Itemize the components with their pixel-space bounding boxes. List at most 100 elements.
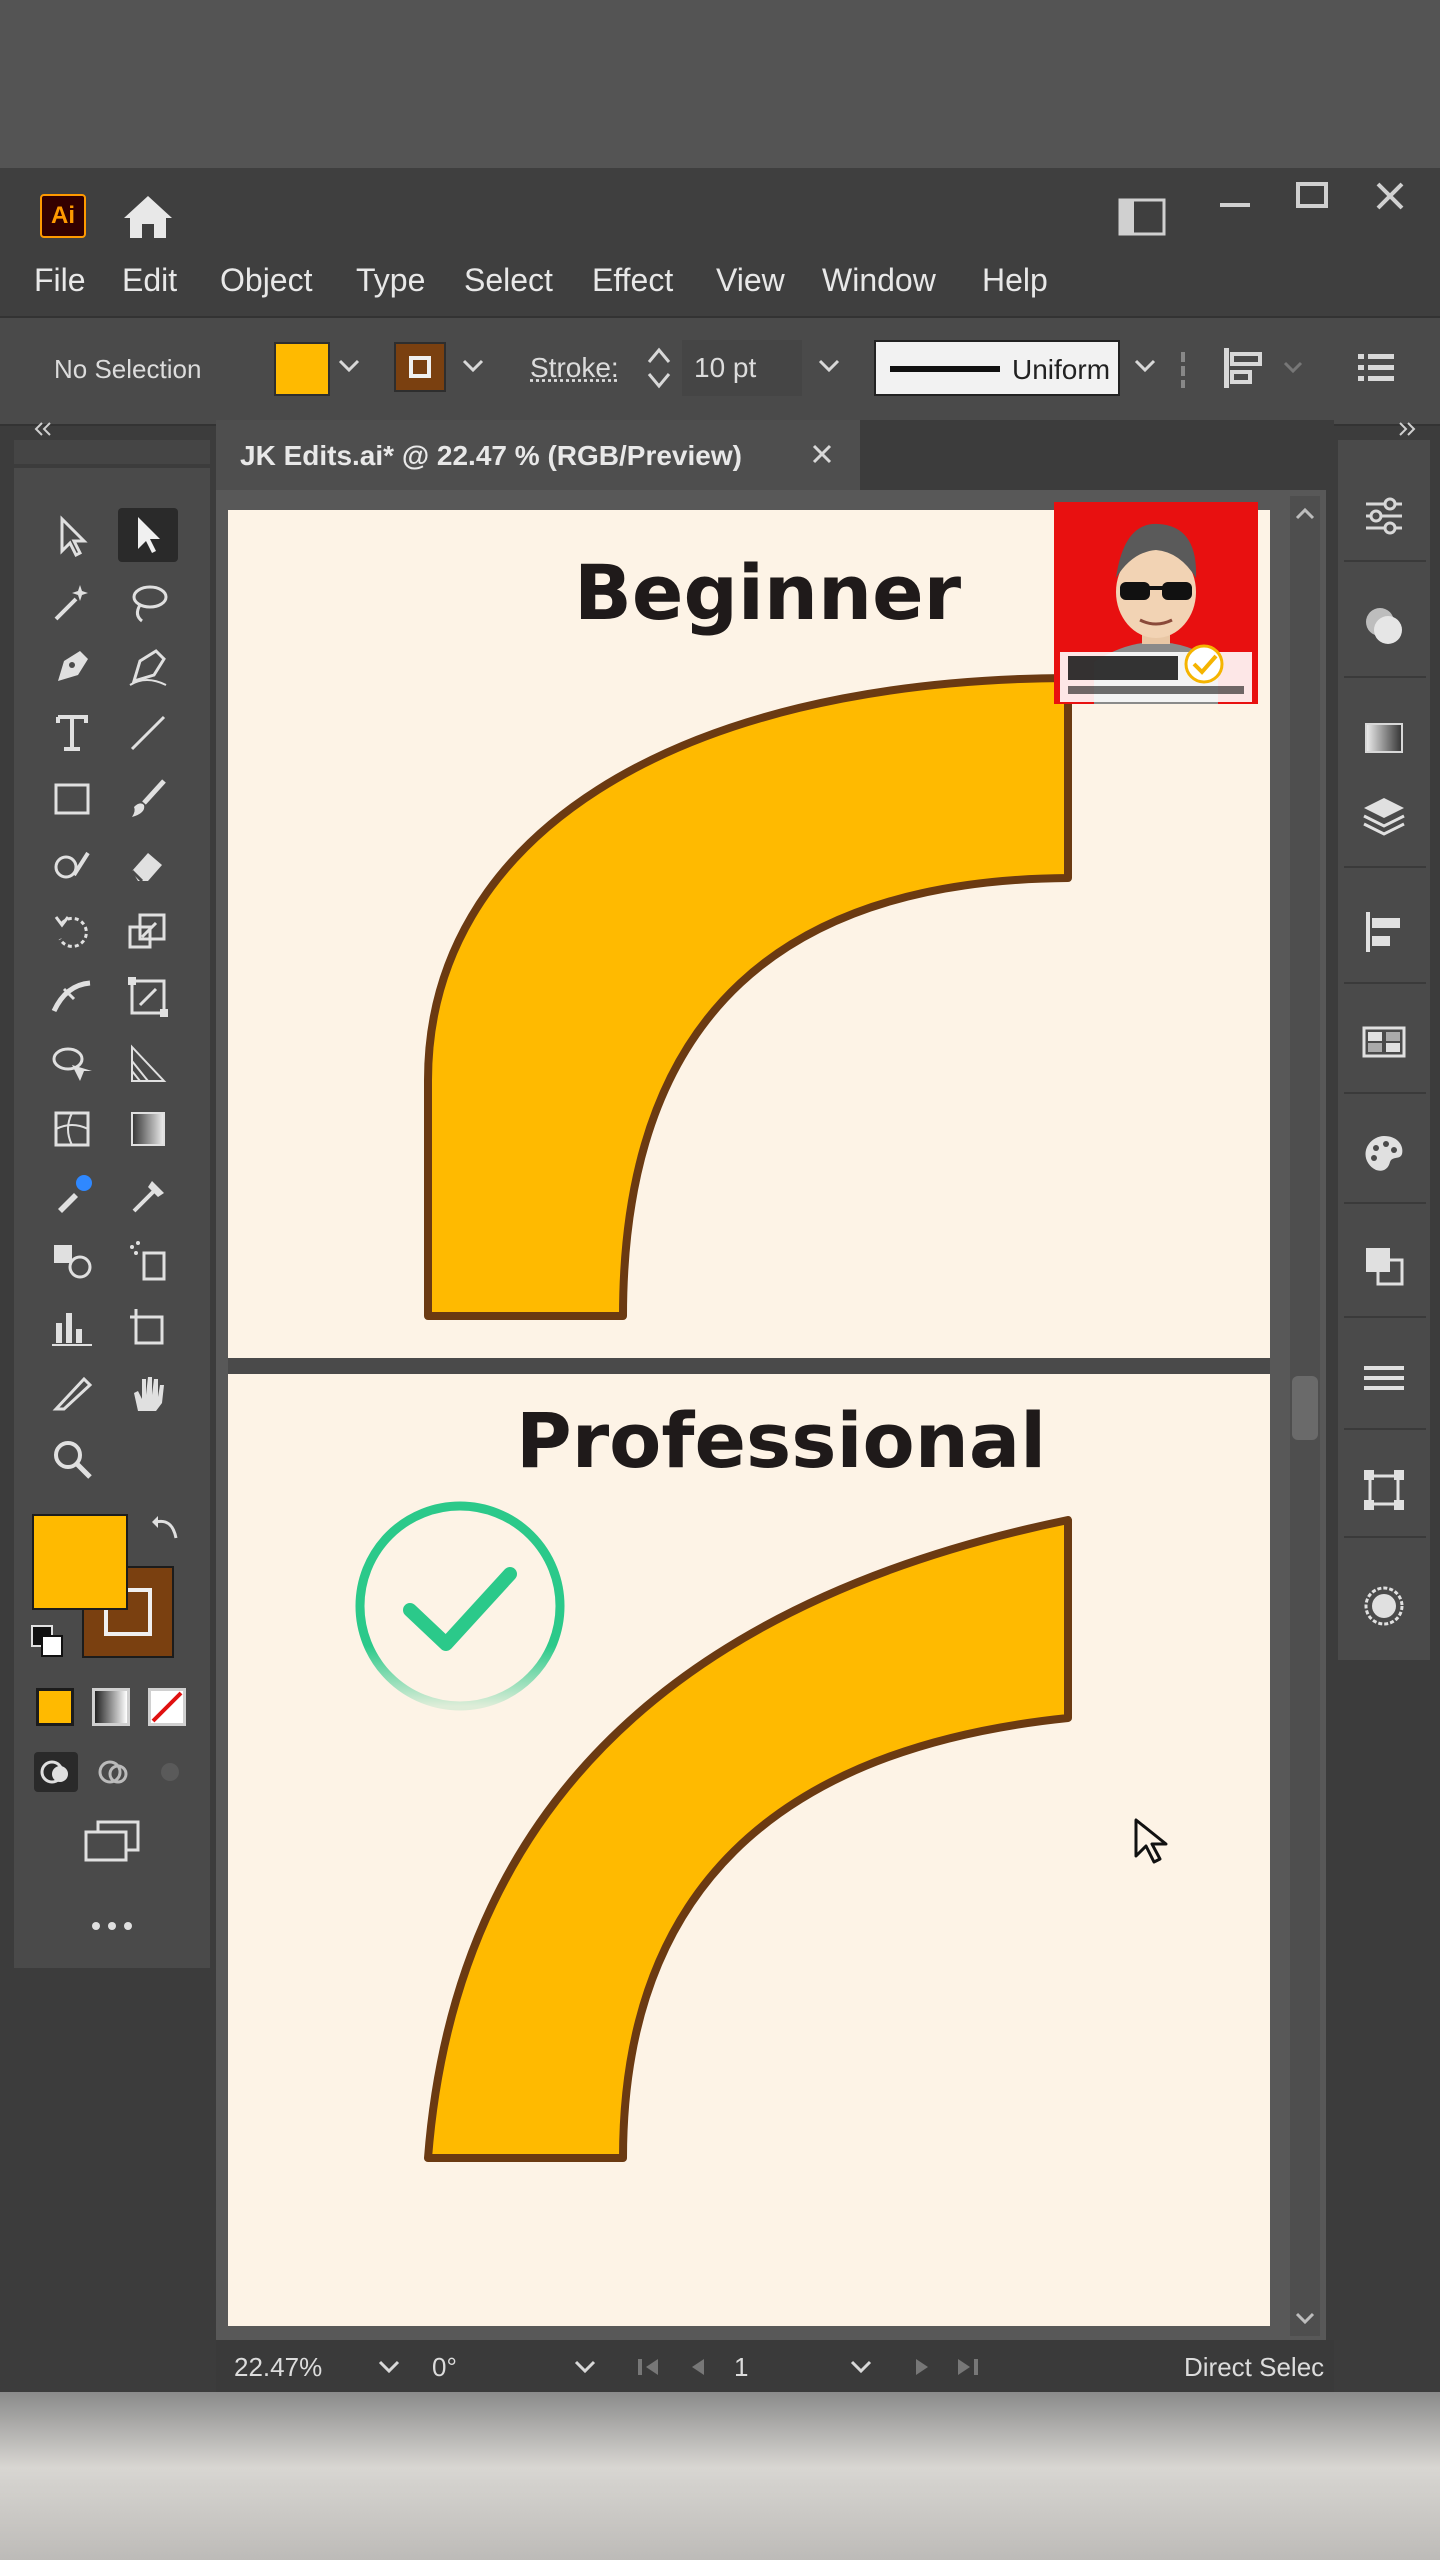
panel-toggle-icon[interactable] — [1118, 198, 1166, 236]
zoom-chevron-icon[interactable] — [376, 2358, 402, 2376]
align-chevron-icon[interactable] — [1282, 360, 1304, 376]
slice-tool-icon[interactable] — [42, 1366, 102, 1420]
direct-selection-tool-icon[interactable] — [118, 508, 178, 562]
eyedropper-tool-icon[interactable] — [42, 1168, 102, 1222]
profile-chevron-icon[interactable] — [1132, 356, 1158, 376]
selection-tool-icon[interactable] — [42, 510, 102, 564]
perspective-grid-tool-icon[interactable] — [118, 1036, 178, 1090]
transparency-panel-icon[interactable] — [1354, 1576, 1414, 1636]
mesh-tool-icon[interactable] — [42, 1102, 102, 1156]
draw-inside-icon[interactable] — [148, 1752, 192, 1792]
color-mode-icon[interactable] — [36, 1688, 74, 1726]
home-icon[interactable] — [120, 192, 176, 242]
hand-tool-icon[interactable] — [118, 1366, 178, 1420]
swatches-panel-icon[interactable] — [1354, 1012, 1414, 1072]
rotation-value[interactable]: 0° — [432, 2352, 457, 2383]
stroke-weight-field[interactable]: 10 pt — [682, 340, 802, 396]
more-tools-icon[interactable] — [88, 1916, 138, 1936]
stroke-label[interactable]: Stroke: — [530, 352, 619, 384]
fill-swatch[interactable] — [274, 342, 330, 396]
collapse-left-icon[interactable] — [30, 420, 54, 438]
artboard-divider — [228, 1358, 1270, 1374]
gradient-tool-icon[interactable] — [118, 1102, 178, 1156]
shaper-tool-icon[interactable] — [42, 838, 102, 892]
document-tab[interactable]: JK Edits.ai* @ 22.47 % (RGB/Preview) — [216, 420, 860, 490]
zoom-tool-icon[interactable] — [42, 1432, 102, 1486]
artboard-tool-icon[interactable] — [118, 1300, 178, 1354]
pathfinder-panel-icon[interactable] — [1354, 1236, 1414, 1296]
gradient-panel-icon[interactable] — [1354, 708, 1414, 768]
scroll-down-icon[interactable] — [1294, 2310, 1316, 2326]
appearance-panel-icon[interactable] — [1354, 596, 1414, 656]
stroke-swatch[interactable] — [394, 342, 446, 392]
column-graph-tool-icon[interactable] — [42, 1300, 102, 1354]
close-icon[interactable] — [1374, 180, 1406, 212]
menu-object[interactable]: Object — [220, 262, 312, 299]
lasso-tool-icon[interactable] — [118, 576, 178, 630]
menu-window[interactable]: Window — [822, 262, 936, 299]
fill-proxy-swatch[interactable] — [32, 1514, 128, 1610]
menu-view[interactable]: View — [716, 262, 785, 299]
properties-panel-icon[interactable] — [1354, 486, 1414, 546]
scroll-up-icon[interactable] — [1294, 506, 1316, 522]
previous-artboard-icon[interactable] — [686, 2356, 710, 2378]
menu-effect[interactable]: Effect — [592, 262, 673, 299]
paintbrush-tool-icon[interactable] — [118, 772, 178, 826]
menu-edit[interactable]: Edit — [122, 262, 177, 299]
last-artboard-icon[interactable] — [952, 2356, 980, 2378]
scale-tool-icon[interactable] — [118, 904, 178, 958]
menu-type[interactable]: Type — [356, 262, 425, 299]
symbol-sprayer-tool-icon[interactable] — [118, 1234, 178, 1288]
screen-mode-icon[interactable] — [80, 1818, 144, 1866]
menu-help[interactable]: Help — [982, 262, 1048, 299]
professional-curved-shape[interactable] — [228, 1374, 1270, 2326]
blend-tool-icon[interactable] — [42, 1234, 102, 1288]
eraser-tool-icon[interactable] — [118, 838, 178, 892]
menu-select[interactable]: Select — [464, 262, 553, 299]
minimize-icon[interactable] — [1218, 196, 1254, 207]
line-tool-icon[interactable] — [118, 706, 178, 760]
rotation-chevron-icon[interactable] — [572, 2358, 598, 2376]
transform-panel-icon[interactable] — [1354, 1460, 1414, 1520]
stroke-stepper-icon[interactable] — [644, 340, 674, 396]
free-transform-tool-icon[interactable] — [118, 970, 178, 1024]
variable-width-profile[interactable]: Uniform — [874, 340, 1120, 396]
stroke-dropdown-chevron-icon[interactable] — [460, 356, 486, 376]
fill-dropdown-chevron-icon[interactable] — [336, 356, 362, 376]
pen-tool-icon[interactable] — [42, 640, 102, 694]
artboard-number[interactable]: 1 — [734, 2352, 748, 2383]
stroke-weight-chevron-icon[interactable] — [816, 356, 842, 376]
magic-wand-tool-icon[interactable] — [42, 576, 102, 630]
measure-tool-icon[interactable] — [118, 1168, 178, 1222]
draw-normal-icon[interactable] — [34, 1752, 78, 1792]
shape-builder-tool-icon[interactable] — [42, 1036, 102, 1090]
color-guide-panel-icon[interactable] — [1354, 1124, 1414, 1184]
maximize-icon[interactable] — [1296, 182, 1330, 210]
scroll-thumb[interactable] — [1292, 1376, 1318, 1440]
properties-menu-icon[interactable] — [1356, 350, 1396, 386]
none-mode-icon[interactable] — [148, 1688, 186, 1726]
next-artboard-icon[interactable] — [910, 2356, 934, 2378]
menu-file[interactable]: File — [34, 262, 86, 299]
default-fill-stroke-icon[interactable] — [30, 1624, 66, 1660]
rectangle-tool-icon[interactable] — [42, 772, 102, 826]
collapse-right-icon[interactable] — [1396, 420, 1420, 438]
zoom-level[interactable]: 22.47% — [234, 2352, 322, 2383]
type-tool-icon[interactable] — [42, 706, 102, 760]
status-bar: 22.47% 0° 1 Direct Selec — [216, 2340, 1334, 2392]
stroke-panel-icon[interactable] — [1354, 1348, 1414, 1408]
layers-panel-icon[interactable] — [1354, 786, 1414, 846]
rotate-tool-icon[interactable] — [42, 904, 102, 958]
artboard-chevron-icon[interactable] — [848, 2358, 874, 2376]
gradient-mode-icon[interactable] — [92, 1688, 130, 1726]
align-icon[interactable] — [1220, 344, 1268, 392]
grip-icon — [1178, 350, 1188, 390]
draw-behind-icon[interactable] — [92, 1752, 136, 1792]
tab-close-icon[interactable] — [810, 442, 834, 466]
vertical-scrollbar[interactable] — [1290, 496, 1320, 2336]
width-tool-icon[interactable] — [42, 970, 102, 1024]
curvature-tool-icon[interactable] — [118, 640, 178, 694]
swap-fill-stroke-icon[interactable] — [148, 1512, 184, 1548]
first-artboard-icon[interactable] — [636, 2356, 664, 2378]
align-panel-icon[interactable] — [1354, 902, 1414, 962]
